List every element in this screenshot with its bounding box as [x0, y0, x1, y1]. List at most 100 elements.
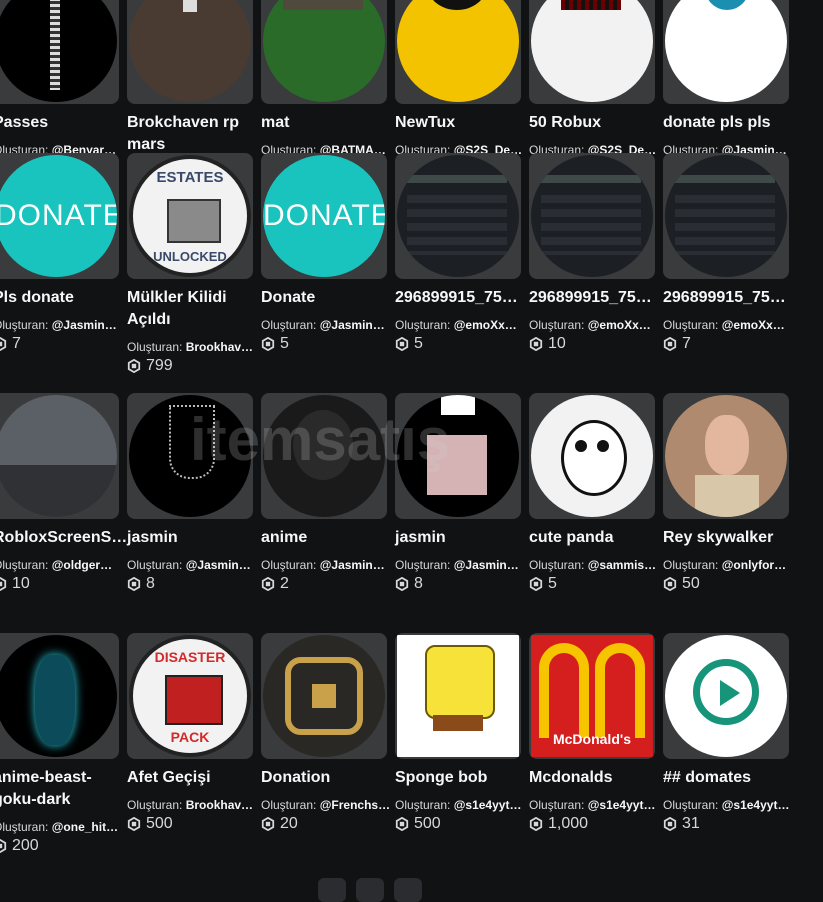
- thumbnail-art: [0, 395, 117, 517]
- item-name[interactable]: Donation: [261, 767, 391, 789]
- thumbnail-text: PACK: [170, 729, 210, 745]
- item-thumbnail[interactable]: DONATE: [0, 153, 119, 279]
- item-thumbnail[interactable]: DONATE: [261, 153, 387, 279]
- creator-name[interactable]: @Jasmin…: [52, 318, 117, 332]
- item-name[interactable]: 296899915_75…: [529, 287, 659, 309]
- item-name[interactable]: Passes: [0, 112, 123, 134]
- creator-prefix: Oluşturan:: [261, 558, 320, 572]
- creator-name[interactable]: @oldger…: [52, 558, 112, 572]
- item-name[interactable]: Donate: [261, 287, 391, 309]
- item-name[interactable]: 50 Robux: [529, 112, 659, 134]
- creator-name[interactable]: @s1e4yyt…: [722, 798, 790, 812]
- price-value: 1,000: [548, 815, 589, 832]
- price-value: 8: [146, 575, 155, 592]
- item-thumbnail[interactable]: [0, 633, 119, 759]
- item-name[interactable]: NewTux: [395, 112, 525, 134]
- thumbnail-art: [397, 0, 519, 102]
- creator-name[interactable]: @one_hit…: [52, 820, 118, 834]
- thumbnail-art: [283, 0, 363, 10]
- item-thumbnail[interactable]: [261, 0, 387, 104]
- item-creator: Oluşturan: Brookhav…: [127, 797, 257, 813]
- creator-name[interactable]: @Frenchs…: [320, 798, 390, 812]
- item-thumbnail[interactable]: [663, 393, 789, 519]
- item-creator: Oluşturan: @emoXx…: [663, 317, 793, 333]
- item-thumbnail[interactable]: [529, 0, 655, 104]
- creator-name[interactable]: Brookhav…: [186, 798, 253, 812]
- item-name[interactable]: cute panda: [529, 527, 659, 549]
- item-thumbnail[interactable]: [395, 0, 521, 104]
- creator-prefix: Oluşturan:: [529, 558, 588, 572]
- thumbnail-art: DONATE: [0, 155, 117, 277]
- item-thumbnail[interactable]: [663, 633, 789, 759]
- creator-prefix: Oluşturan:: [395, 558, 454, 572]
- item-name[interactable]: Rey skywalker: [663, 527, 793, 549]
- item-thumbnail[interactable]: [395, 153, 521, 279]
- item-thumbnail[interactable]: [261, 393, 387, 519]
- creator-name[interactable]: @onlyfor…: [722, 558, 786, 572]
- creator-name[interactable]: @s1e4yyt…: [454, 798, 522, 812]
- thumbnail-art: [312, 684, 336, 708]
- creator-name[interactable]: @Jasmin…: [186, 558, 251, 572]
- item-name[interactable]: Sponge bob: [395, 767, 525, 789]
- item-thumbnail[interactable]: ESTATES UNLOCKED: [127, 153, 253, 279]
- thumbnail-art: [705, 415, 749, 475]
- price-value: 500: [414, 815, 441, 832]
- item-thumbnail[interactable]: McDonald's: [529, 633, 655, 759]
- item-thumbnail[interactable]: [529, 393, 655, 519]
- price-value: 799: [146, 357, 173, 374]
- thumbnail-art: [50, 0, 60, 90]
- thumbnail-art: [35, 655, 75, 745]
- robux-icon: [127, 817, 141, 831]
- item-price: 31: [663, 815, 700, 833]
- thumbnail-art: [397, 395, 519, 517]
- item-name[interactable]: Mcdonalds: [529, 767, 659, 789]
- item-name[interactable]: Pls donate: [0, 287, 123, 309]
- item-name[interactable]: jasmin: [395, 527, 525, 549]
- item-thumbnail[interactable]: [529, 153, 655, 279]
- creator-name[interactable]: @sammis…: [588, 558, 656, 572]
- item-name[interactable]: ## domates: [663, 767, 793, 789]
- robux-icon: [663, 577, 677, 591]
- thumbnail-art: [425, 645, 495, 719]
- item-thumbnail[interactable]: [127, 393, 253, 519]
- item-name[interactable]: anime-beast-goku-dark: [0, 767, 123, 811]
- creator-name[interactable]: @emoXx…: [722, 318, 785, 332]
- item-name[interactable]: 296899915_75…: [663, 287, 793, 309]
- creator-name[interactable]: @Jasmin…: [320, 318, 385, 332]
- item-name[interactable]: Afet Geçişi: [127, 767, 257, 789]
- creator-name[interactable]: Brookhav…: [186, 340, 253, 354]
- item-creator: Oluşturan: @s1e4yyt…: [663, 797, 793, 813]
- creator-name[interactable]: @emoXx…: [454, 318, 517, 332]
- thumbnail-art: [169, 405, 215, 479]
- item-name[interactable]: RobloxScreenS…: [0, 527, 127, 549]
- item-thumbnail[interactable]: [395, 633, 521, 759]
- item-thumbnail[interactable]: [663, 0, 789, 104]
- creator-name[interactable]: @s1e4yyt…: [588, 798, 656, 812]
- creator-name[interactable]: @Jasmin…: [454, 558, 519, 572]
- item-name[interactable]: anime: [261, 527, 391, 549]
- creator-name[interactable]: @Jasmin…: [320, 558, 385, 572]
- thumbnail-art: [263, 395, 385, 517]
- thumbnail-art: [183, 0, 197, 12]
- item-thumbnail[interactable]: DISASTER PACK: [127, 633, 253, 759]
- item-thumbnail[interactable]: [663, 153, 789, 279]
- item-name[interactable]: 296899915_75…: [395, 287, 525, 309]
- item-creator: Oluşturan: @one_hit…: [0, 819, 123, 835]
- thumbnail-art: [407, 175, 507, 183]
- item-thumbnail[interactable]: [395, 393, 521, 519]
- next-page-button[interactable]: [394, 878, 422, 902]
- creator-prefix: Oluşturan:: [395, 798, 454, 812]
- thumbnail-art: [427, 435, 487, 495]
- item-name[interactable]: Brokchaven rp mars: [127, 112, 257, 156]
- item-thumbnail[interactable]: [261, 633, 387, 759]
- item-name[interactable]: Mülkler Kilidi Açıldı: [127, 287, 257, 331]
- item-name[interactable]: donate pls pls: [663, 112, 793, 134]
- item-thumbnail[interactable]: [127, 0, 253, 104]
- item-name[interactable]: jasmin: [127, 527, 257, 549]
- creator-name[interactable]: @emoXx…: [588, 318, 651, 332]
- item-thumbnail[interactable]: [0, 393, 119, 519]
- item-thumbnail[interactable]: [0, 0, 119, 104]
- prev-page-button[interactable]: [318, 878, 346, 902]
- item-creator: Oluşturan: @onlyfor…: [663, 557, 793, 573]
- item-name[interactable]: mat: [261, 112, 391, 134]
